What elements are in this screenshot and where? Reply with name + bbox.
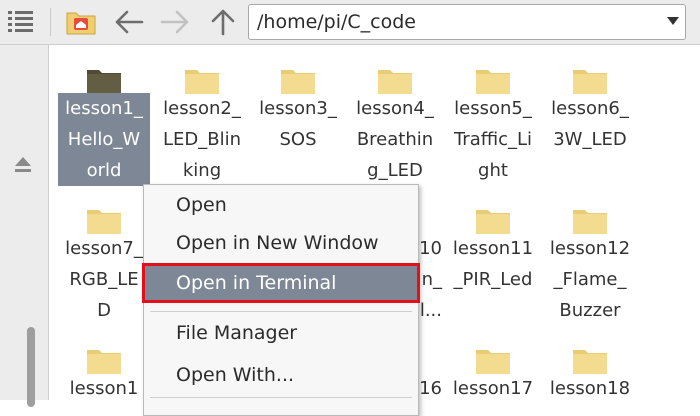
folder-label: lesson2_ LED_Blin king — [162, 98, 242, 181]
folder-label: lesson12 _Flame_ Buzzer — [549, 238, 631, 321]
menu-item-open-with[interactable]: Open With... — [144, 357, 418, 393]
folder-label: lesson17 — [452, 378, 534, 399]
menu-separator — [150, 397, 412, 398]
path-input[interactable]: /home/pi/C_code — [248, 4, 686, 40]
folder-label: lesson18 — [549, 378, 631, 399]
view-list-icon[interactable] — [6, 8, 36, 36]
folder-icon — [573, 210, 607, 234]
forward-arrow-icon[interactable] — [158, 8, 192, 36]
folder-icon — [476, 210, 510, 234]
side-scrollbar[interactable] — [27, 327, 35, 407]
menu-item-open[interactable]: Open — [144, 187, 418, 223]
chevron-down-icon[interactable] — [667, 17, 679, 25]
folder-label: lesson1_ Hello_W orld — [58, 93, 150, 186]
folder-label: lesson6_ 3W_LED — [551, 98, 629, 150]
context-menu: Open Open in New Window Open in Terminal… — [142, 184, 420, 416]
folder-icon — [87, 210, 121, 234]
folder-label: lesson11 _PIR_Led — [452, 238, 534, 290]
folder-label: lesson1 — [69, 378, 139, 399]
folder-icon — [185, 70, 219, 94]
side-pane — [0, 45, 49, 407]
folder-icon — [573, 350, 607, 374]
back-arrow-icon[interactable] — [112, 8, 146, 36]
toolbar-separator — [50, 8, 51, 36]
menu-item-open-in-terminal[interactable]: Open in Terminal — [142, 263, 420, 303]
folder-icon — [87, 350, 121, 374]
toolbar: /home/pi/C_code — [0, 0, 700, 45]
folder-label: lesson4_ Breathin g_LED — [356, 98, 434, 181]
up-arrow-icon[interactable] — [206, 8, 240, 36]
menu-item-file-manager[interactable]: File Manager — [144, 315, 418, 351]
folder-icon — [281, 70, 315, 94]
menu-item-open-new-window[interactable]: Open in New Window — [144, 225, 418, 261]
eject-icon[interactable] — [12, 153, 34, 175]
folder-icon — [573, 70, 607, 94]
folder-icon — [87, 70, 121, 94]
folder-icon — [378, 70, 412, 94]
folder-icon — [476, 350, 510, 374]
home-icon[interactable] — [66, 9, 96, 35]
path-text: /home/pi/C_code — [257, 11, 416, 33]
menu-separator — [150, 311, 412, 312]
folder-label: lesson3_ SOS — [259, 98, 337, 150]
folder-label: lesson5_ Traffic_Li ght — [453, 98, 533, 181]
folder-label: lesson7_ RGB_LE D — [65, 238, 143, 321]
folder-icon — [476, 70, 510, 94]
